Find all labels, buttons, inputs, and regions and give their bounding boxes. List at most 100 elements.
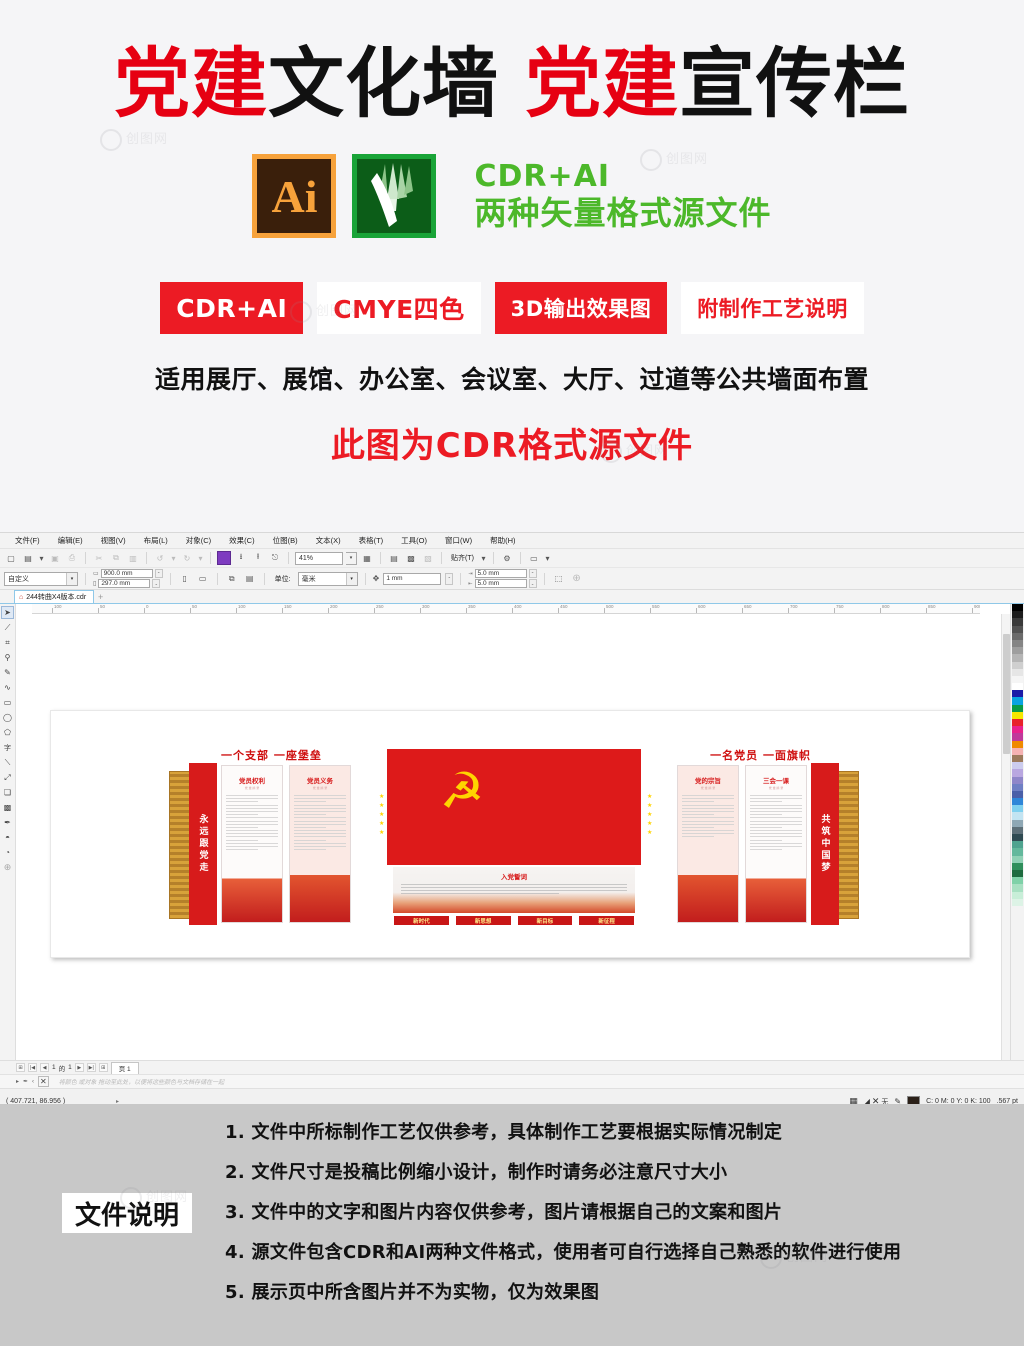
show-grid-icon[interactable]: ▩ xyxy=(404,551,418,565)
document-palette-bar[interactable]: ▸ ✒ ‹ ✕ 将颜色 或对象 拖动至此处，以便将这些颜色与文档存储在一起 xyxy=(0,1074,1024,1088)
palette-swatch[interactable] xyxy=(1012,834,1023,842)
snap-dropdown-icon[interactable]: ▾ xyxy=(480,551,487,565)
palette-swatch[interactable] xyxy=(1012,711,1023,719)
palette-swatch[interactable] xyxy=(1012,754,1023,763)
palette-arrow-icon[interactable]: ▸ xyxy=(16,1078,19,1085)
palette-swatch[interactable] xyxy=(1012,661,1023,669)
palette-swatch[interactable] xyxy=(1012,798,1023,806)
bleed-toggle-icon[interactable]: ⬚ xyxy=(552,572,566,586)
palette-swatch[interactable] xyxy=(1012,726,1023,734)
palette-swatch[interactable] xyxy=(1012,675,1023,684)
page-width-input[interactable]: 900.0 mm xyxy=(100,569,153,578)
palette-swatch[interactable] xyxy=(1012,647,1023,655)
palette-swatch[interactable] xyxy=(1012,790,1023,799)
palette-swatch[interactable] xyxy=(1012,862,1023,870)
ellipse-tool-icon[interactable]: ◯ xyxy=(1,711,14,724)
page-height-input[interactable]: 297.0 mm xyxy=(98,579,151,588)
undo-icon[interactable]: ↺ xyxy=(153,551,167,565)
palette-swatch[interactable] xyxy=(1012,625,1023,633)
page-width-spinner[interactable]: ⌃ xyxy=(154,569,163,578)
duplicate-x-input[interactable]: 5.0 mm xyxy=(474,569,527,578)
menu-tools[interactable]: 工具(O) xyxy=(392,535,436,546)
import-icon[interactable] xyxy=(217,551,231,565)
redo-dropdown-icon[interactable]: ▾ xyxy=(197,551,204,565)
palette-swatch[interactable] xyxy=(1012,683,1023,691)
freehand-tool-icon[interactable]: ✎ xyxy=(1,666,14,679)
palette-swatch[interactable] xyxy=(1012,733,1023,741)
palette-swatch[interactable] xyxy=(1012,884,1023,892)
menu-window[interactable]: 窗口(W) xyxy=(436,535,481,546)
menu-layout[interactable]: 布局(L) xyxy=(135,535,177,546)
chevron-down-icon[interactable]: ▾ xyxy=(345,572,357,585)
application-launcher-icon[interactable]: ▭ xyxy=(527,551,541,565)
page-sheet[interactable]: 永远跟党走 共筑中国梦 一个支部 一座堡垒 一名党员 一面旗帜 党员权利 党 章… xyxy=(50,710,970,958)
first-page-button[interactable]: |◀ xyxy=(28,1063,37,1072)
save-icon[interactable]: ▣ xyxy=(48,551,62,565)
palette-eyedropper-icon[interactable]: ✒ xyxy=(23,1078,28,1085)
quick-customize-icon[interactable]: ⊕ xyxy=(570,572,584,586)
palette-swatch[interactable] xyxy=(1012,841,1023,849)
palette-swatch[interactable] xyxy=(1012,783,1023,791)
new-tab-button[interactable]: + xyxy=(94,591,107,603)
connector-tool-icon[interactable]: ⤢ xyxy=(1,771,14,784)
zoom-level-dropdown-icon[interactable]: ▾ xyxy=(346,551,357,565)
redo-icon[interactable]: ↻ xyxy=(180,551,194,565)
menu-file[interactable]: 文件(F) xyxy=(6,535,49,546)
launcher-dropdown-icon[interactable]: ▾ xyxy=(544,551,551,565)
zoom-tool-icon[interactable]: ⚲ xyxy=(1,651,14,664)
drop-shadow-tool-icon[interactable]: ❏ xyxy=(1,786,14,799)
palette-swatch[interactable] xyxy=(1012,611,1023,619)
add-page-button[interactable]: ⊞ xyxy=(16,1063,25,1072)
oath-panel[interactable]: 入党誓词 xyxy=(393,867,635,913)
undo-dropdown-icon[interactable]: ▾ xyxy=(170,551,177,565)
nudge-distance-input[interactable]: 1 mm xyxy=(383,572,442,585)
palette-swatch[interactable] xyxy=(1012,740,1023,748)
palette-swatch[interactable] xyxy=(1012,668,1023,676)
palette-swatch[interactable] xyxy=(1012,690,1023,698)
no-color-icon[interactable]: ✕ xyxy=(38,1076,49,1087)
add-page-end-button[interactable]: ⊞ xyxy=(98,1063,108,1072)
last-page-button[interactable]: ▶| xyxy=(86,1063,96,1072)
duplicate-y-input[interactable]: 5.0 mm xyxy=(474,579,527,588)
menu-text[interactable]: 文本(X) xyxy=(307,535,350,546)
publish-pdf-icon[interactable]: ⎋ xyxy=(268,551,282,565)
artistic-media-tool-icon[interactable]: ∿ xyxy=(1,681,14,694)
menu-table[interactable]: 表格(T) xyxy=(350,535,393,546)
paper-type-select[interactable]: 自定义 ▾ xyxy=(4,571,78,586)
print-icon[interactable]: ⎙ xyxy=(65,551,79,565)
palette-swatch[interactable] xyxy=(1012,654,1023,662)
palette-swatch[interactable] xyxy=(1012,891,1023,899)
horizontal-ruler[interactable]: 100 50 0 50 100 150 200 250 300 350 400 … xyxy=(32,604,980,614)
outline-tool-icon[interactable]: ◔ xyxy=(1,846,14,859)
portrait-orientation-button[interactable]: ▯ xyxy=(178,572,192,586)
palette-swatch[interactable] xyxy=(1012,826,1023,834)
menu-help[interactable]: 帮助(H) xyxy=(481,535,524,546)
transparency-tool-icon[interactable]: ▩ xyxy=(1,801,14,814)
panel-three-meetings-one-lesson[interactable]: 三会一课 党 章 摘 录 xyxy=(745,765,807,923)
palette-swatch[interactable] xyxy=(1012,877,1023,885)
palette-swatch[interactable] xyxy=(1012,848,1023,856)
palette-swatch[interactable] xyxy=(1012,604,1023,612)
cut-icon[interactable]: ✂ xyxy=(92,551,106,565)
palette-swatch[interactable] xyxy=(1012,776,1023,784)
color-eyedropper-tool-icon[interactable]: ✒ xyxy=(1,816,14,829)
panel-party-purpose[interactable]: 党的宗旨 党 章 摘 录 xyxy=(677,765,739,923)
paste-icon[interactable]: ▥ xyxy=(126,551,140,565)
palette-swatch[interactable] xyxy=(1012,697,1023,705)
all-pages-button[interactable]: ⧉ xyxy=(225,572,239,586)
palette-swatch[interactable] xyxy=(1012,869,1023,878)
show-guides-icon[interactable]: ▧ xyxy=(421,551,435,565)
previous-page-button[interactable]: ◀ xyxy=(40,1063,49,1072)
palette-prev-icon[interactable]: ‹ xyxy=(32,1079,34,1085)
duplicate-x-spinner[interactable]: ⌃ xyxy=(528,569,537,578)
scrollbar-thumb[interactable] xyxy=(1003,634,1010,754)
tag-new-journey[interactable]: 新征程 xyxy=(578,915,635,926)
palette-swatch[interactable] xyxy=(1012,618,1023,626)
palette-swatch[interactable] xyxy=(1012,898,1023,906)
palette-swatch[interactable] xyxy=(1012,769,1023,777)
menu-effects[interactable]: 效果(C) xyxy=(220,535,263,546)
zoom-level-input[interactable]: 41% xyxy=(295,551,343,565)
export-icon[interactable]: ⭳ xyxy=(234,551,248,565)
palette-swatch[interactable] xyxy=(1012,805,1023,813)
palette-swatch[interactable] xyxy=(1012,632,1023,640)
